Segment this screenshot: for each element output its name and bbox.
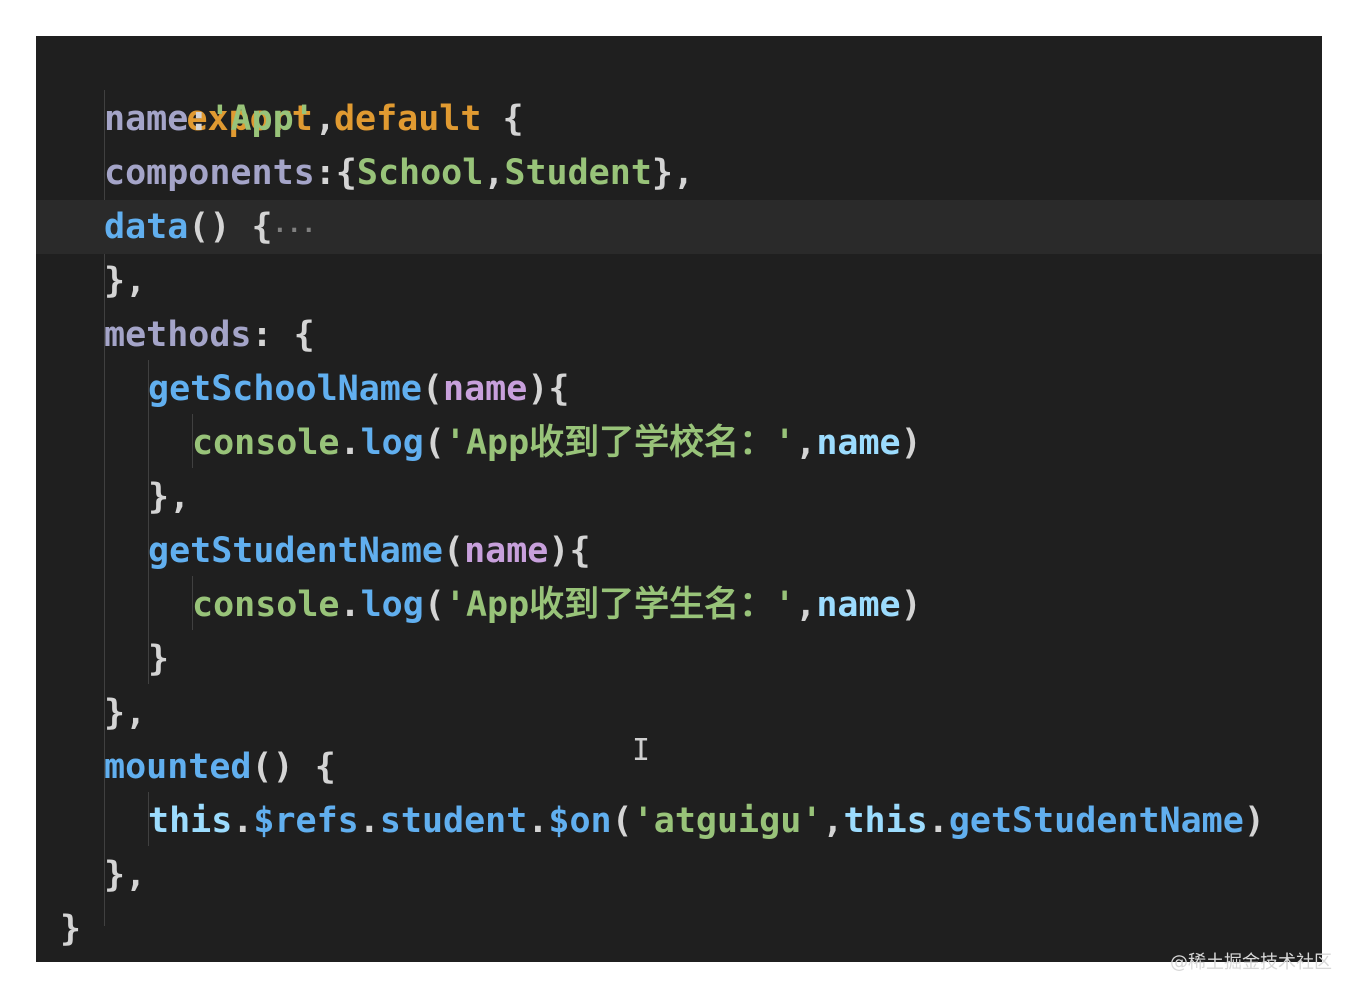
code-line-14[interactable]: mounted() {	[36, 740, 1322, 794]
dot: .	[232, 801, 254, 841]
brace-close: },	[104, 261, 147, 301]
paren-close: )	[1243, 801, 1265, 841]
colon: :	[251, 315, 273, 355]
dot: .	[358, 801, 380, 841]
property-components: components	[104, 153, 315, 193]
paren-open: (	[611, 801, 633, 841]
string-literal: 'App收到了学生名：'	[444, 585, 796, 625]
brace-close: },	[104, 693, 147, 733]
brace-open: {	[335, 153, 357, 193]
code-line-17[interactable]: }	[36, 902, 1322, 956]
paren-close: )	[900, 423, 922, 463]
paren-open: (	[443, 531, 465, 571]
paren-open: (	[423, 423, 445, 463]
dot: .	[927, 801, 949, 841]
code-line-9[interactable]: },	[36, 470, 1322, 524]
function-getStudentName: getStudentName	[148, 531, 444, 571]
arg-name: name	[816, 423, 901, 463]
property-methods: methods	[104, 315, 252, 355]
code-line-6[interactable]: methods: {	[36, 308, 1322, 362]
function-on: $on	[548, 801, 612, 841]
code-line-11[interactable]: console.log('App收到了学生名：',name)	[36, 578, 1322, 632]
separator: ,	[795, 585, 817, 625]
code-line-16[interactable]: },	[36, 848, 1322, 902]
code-line-5[interactable]: },	[36, 254, 1322, 308]
code-line-15[interactable]: this.$refs.student.$on('atguigu',this.ge…	[36, 794, 1322, 848]
object-console: console	[192, 423, 340, 463]
param-name: name	[464, 531, 549, 571]
brace-close: },	[104, 855, 147, 895]
property-name: name	[104, 99, 189, 139]
property-student: student	[379, 801, 528, 841]
paren-open: (	[423, 585, 445, 625]
code-line-10[interactable]: getStudentName(name){	[36, 524, 1322, 578]
colon: :	[314, 153, 336, 193]
code-line-8[interactable]: console.log('App收到了学校名：',name)	[36, 416, 1322, 470]
code-line-13[interactable]: },	[36, 686, 1322, 740]
comma: ,	[314, 99, 336, 139]
paren-open: (	[421, 369, 444, 409]
fold-ellipsis-icon[interactable]: ···	[273, 216, 316, 244]
keyword-this: this	[843, 801, 928, 841]
code-line-7[interactable]: getSchoolName(name){	[36, 362, 1322, 416]
dot: .	[527, 801, 549, 841]
separator: ,	[822, 801, 844, 841]
separator: ,	[483, 153, 505, 193]
function-mounted: mounted	[104, 747, 252, 787]
arg-name: name	[816, 585, 901, 625]
brace: {	[314, 747, 336, 787]
component-school: School	[356, 153, 484, 193]
string-literal: 'App收到了学校名：'	[444, 423, 796, 463]
parens: ()	[188, 207, 231, 247]
function-log: log	[360, 585, 424, 625]
property-refs: $refs	[253, 801, 359, 841]
brace-close: },	[651, 153, 695, 193]
code-line-2[interactable]: name:'App',	[36, 92, 1322, 146]
paren-close: )	[900, 585, 922, 625]
brace: {	[293, 315, 315, 355]
code-line-1[interactable]: export default {	[36, 38, 1322, 139]
colon: :	[188, 99, 210, 139]
component-student: Student	[504, 153, 652, 193]
function-data: data	[104, 207, 189, 247]
dot: .	[339, 423, 361, 463]
dot: .	[339, 585, 361, 625]
text-cursor-icon: I	[632, 733, 651, 768]
code-line-12[interactable]: }	[36, 632, 1322, 686]
keyword-this: this	[148, 801, 233, 841]
string-app: 'App'	[209, 99, 315, 139]
function-log: log	[360, 423, 424, 463]
separator: ,	[795, 423, 817, 463]
brace-close: }	[148, 639, 170, 679]
code-line-4[interactable]: data() {···	[36, 200, 1322, 254]
object-console: console	[192, 585, 340, 625]
param-name: name	[443, 369, 528, 409]
paren-close: ){	[527, 369, 570, 409]
brace-close: }	[60, 909, 82, 949]
string-event-name: 'atguigu'	[632, 801, 823, 841]
function-getSchoolName: getSchoolName	[148, 369, 422, 409]
code-line-3[interactable]: components:{School,Student},	[36, 146, 1322, 200]
parens: ()	[251, 747, 294, 787]
brace: {	[251, 207, 273, 247]
code-editor[interactable]: export default { name:'App', components:…	[36, 36, 1322, 962]
handler-getStudentName: getStudentName	[948, 801, 1244, 841]
paren-close: ){	[548, 531, 591, 571]
brace-close: },	[148, 477, 191, 517]
watermark: @稀土掘金技术社区	[1170, 952, 1332, 973]
